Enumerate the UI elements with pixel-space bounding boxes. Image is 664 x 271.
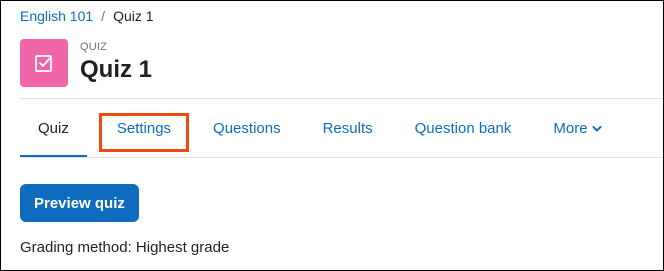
grading-method-text: Grading method: Highest grade [20, 239, 230, 256]
activity-type-label: QUIZ [80, 41, 108, 53]
secondary-navigation: Quiz Settings Questions Results Question… [20, 99, 620, 158]
breadcrumb-current: Quiz 1 [113, 8, 154, 24]
page-header: QUIZ Quiz 1 [20, 39, 152, 87]
tab-label: Questions [213, 119, 281, 137]
tab-more[interactable]: More [535, 99, 619, 157]
breadcrumb-course-link[interactable]: English 101 [20, 8, 93, 24]
breadcrumb-separator: / [101, 8, 106, 24]
tab-label: Results [322, 119, 373, 137]
tab-questions[interactable]: Questions [195, 99, 299, 157]
tab-quiz[interactable]: Quiz [20, 99, 87, 158]
chevron-down-icon [592, 120, 602, 137]
tab-label: Settings [116, 119, 172, 137]
tab-question-bank[interactable]: Question bank [397, 99, 530, 157]
tab-settings[interactable]: Settings [98, 99, 190, 157]
tab-label: Question bank [414, 119, 512, 137]
tabs-divider [20, 157, 663, 158]
tab-label: More [553, 119, 588, 137]
page-title: Quiz 1 [80, 56, 153, 83]
preview-quiz-button[interactable]: Preview quiz [20, 184, 139, 222]
quiz-checkbox-icon [20, 39, 68, 87]
tab-label: Quiz [38, 119, 69, 137]
breadcrumb: English 101 / Quiz 1 [20, 8, 154, 24]
page-frame: English 101 / Quiz 1 QUIZ Quiz 1 Quiz Se… [0, 0, 664, 271]
header-text: QUIZ Quiz 1 [80, 41, 152, 85]
tab-results[interactable]: Results [305, 99, 391, 157]
